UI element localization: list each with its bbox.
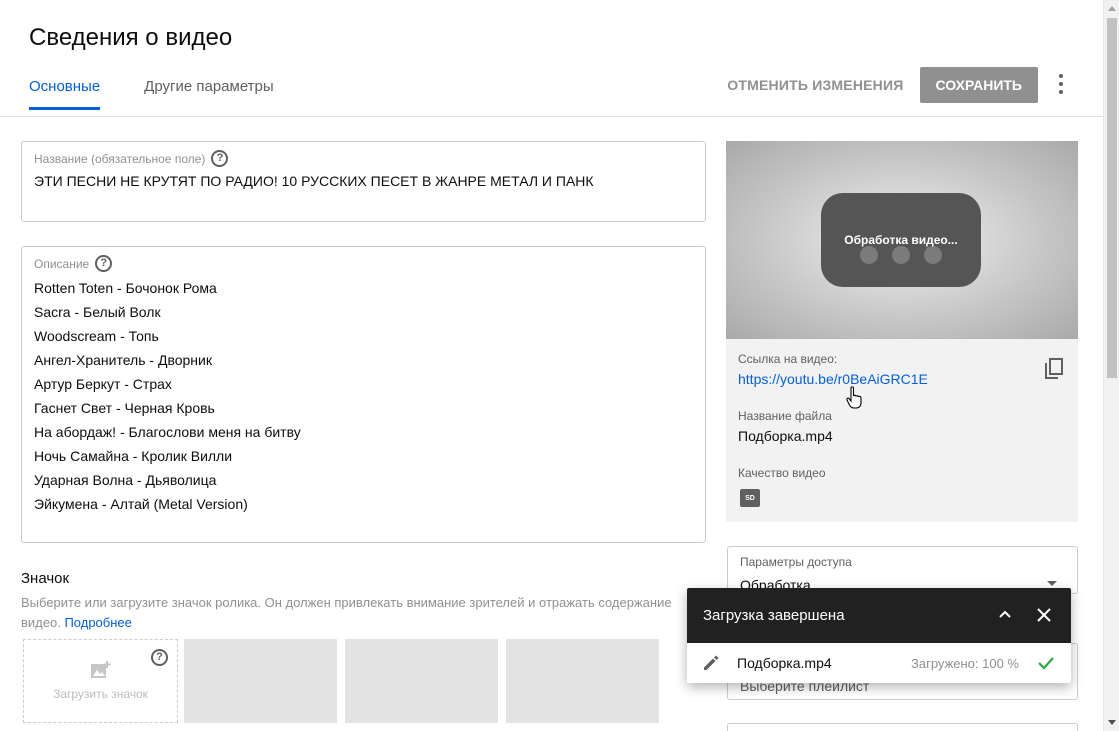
upload-thumbnail-button[interactable]: ? Загрузить значок [23,639,178,723]
hand-cursor-icon [846,386,862,409]
description-input[interactable]: Rotten Toten - Бочонок Рома Sacra - Белы… [34,276,693,516]
thumbnail-option[interactable] [184,639,337,723]
description-line: Woodscream - Топь [34,328,159,344]
add-image-icon [90,661,110,678]
quality-label: Качество видео [738,466,826,480]
toast-row: Подборка.mp4 Загружено: 100 % [687,643,1071,683]
title-input[interactable]: ЭТИ ПЕСНИ НЕ КРУТЯТ ПО РАДИО! 10 РУССКИХ… [34,173,693,189]
filename-label: Название файла [738,409,832,423]
chevron-down-icon [1047,581,1057,586]
learn-more-link[interactable]: Подробнее [64,615,131,630]
description-line: Rotten Toten - Бочонок Рома [34,280,217,296]
description-line: Ангел-Хранитель - Дворник [34,352,212,368]
tab-basic[interactable]: Основные [29,78,101,110]
description-line: Гаснет Свет - Черная Кровь [34,400,215,416]
processing-overlay: Обработка видео... [821,193,981,287]
thumbnail-option[interactable] [345,639,498,723]
filename-value: Подборка.mp4 [738,428,833,444]
toast-filename: Подборка.mp4 [737,655,832,671]
thumbnail-description: Выберите или загрузите значок ролика. Он… [21,595,672,630]
scroll-thumb[interactable] [1107,18,1117,378]
save-button[interactable]: СОХРАНИТЬ [919,67,1038,103]
scroll-up-icon[interactable] [1108,6,1116,11]
visibility-dropdown[interactable]: Параметры доступа Обработка [727,546,1078,594]
scroll-down-icon[interactable] [1108,720,1116,725]
tab-more-options[interactable]: Другие параметры [144,78,274,110]
upload-toast: Загрузка завершена Подборка.mp4 Загружен… [687,588,1071,683]
description-line: Ночь Самайна - Кролик Вилли [34,448,233,464]
pencil-icon[interactable] [703,655,719,671]
description-line: Артур Беркут - Страх [34,376,172,392]
toast-header: Загрузка завершена [687,588,1071,643]
help-icon[interactable]: ? [95,255,113,272]
check-icon [1038,657,1054,670]
description-field[interactable]: Описание ? Rotten Toten - Бочонок Рома S… [21,246,706,543]
help-icon[interactable]: ? [151,649,168,666]
toolbar: ОТМЕНИТЬ ИЗМЕНЕНИЯ СОХРАНИТЬ [727,67,1038,103]
thumbnail-option[interactable] [506,639,659,723]
close-icon[interactable] [1035,606,1053,624]
description-line: Эйкумена - Алтай (Metal Version) [34,496,248,512]
help-icon[interactable]: ? [211,150,229,167]
more-options-icon[interactable] [1058,74,1064,94]
toast-title: Загрузка завершена [703,607,845,624]
processing-dots [821,246,981,264]
tabs: Основные Другие параметры [29,78,274,110]
title-field-label: Название (обязательное поле) ? [34,150,693,167]
page-title: Сведения о видео [29,24,233,51]
title-field[interactable]: Название (обязательное поле) ? ЭТИ ПЕСНИ… [21,141,706,222]
visibility-label: Параметры доступа [740,555,852,569]
chevron-up-icon[interactable] [997,606,1013,622]
video-link-label: Ссылка на видео: [738,352,838,366]
description-field-label: Описание ? [34,255,693,272]
discard-changes-button[interactable]: ОТМЕНИТЬ ИЗМЕНЕНИЯ [727,77,903,93]
upload-thumbnail-label: Загрузить значок [53,687,148,701]
header-divider [0,116,1103,117]
description-line: На абордаж! - Благослови меня на битву [34,424,301,440]
video-link[interactable]: https://youtu.be/r0BeAiGRC1E [738,371,928,387]
processing-text: Обработка видео... [844,233,958,247]
description-line: Ударная Волна - Дьяволица [34,472,217,488]
next-field[interactable] [727,723,1078,731]
scrollbar[interactable] [1103,0,1119,731]
sd-quality-icon: SD [740,489,760,507]
video-preview[interactable]: Обработка видео... [726,141,1078,339]
video-preview-card: Обработка видео... Ссылка на видео: http… [726,141,1078,522]
description-line: Sacra - Белый Волк [34,304,161,320]
thumbnail-heading: Значок [21,570,70,587]
toast-status: Загружено: 100 % [911,655,1019,671]
copy-icon[interactable] [1044,358,1064,380]
